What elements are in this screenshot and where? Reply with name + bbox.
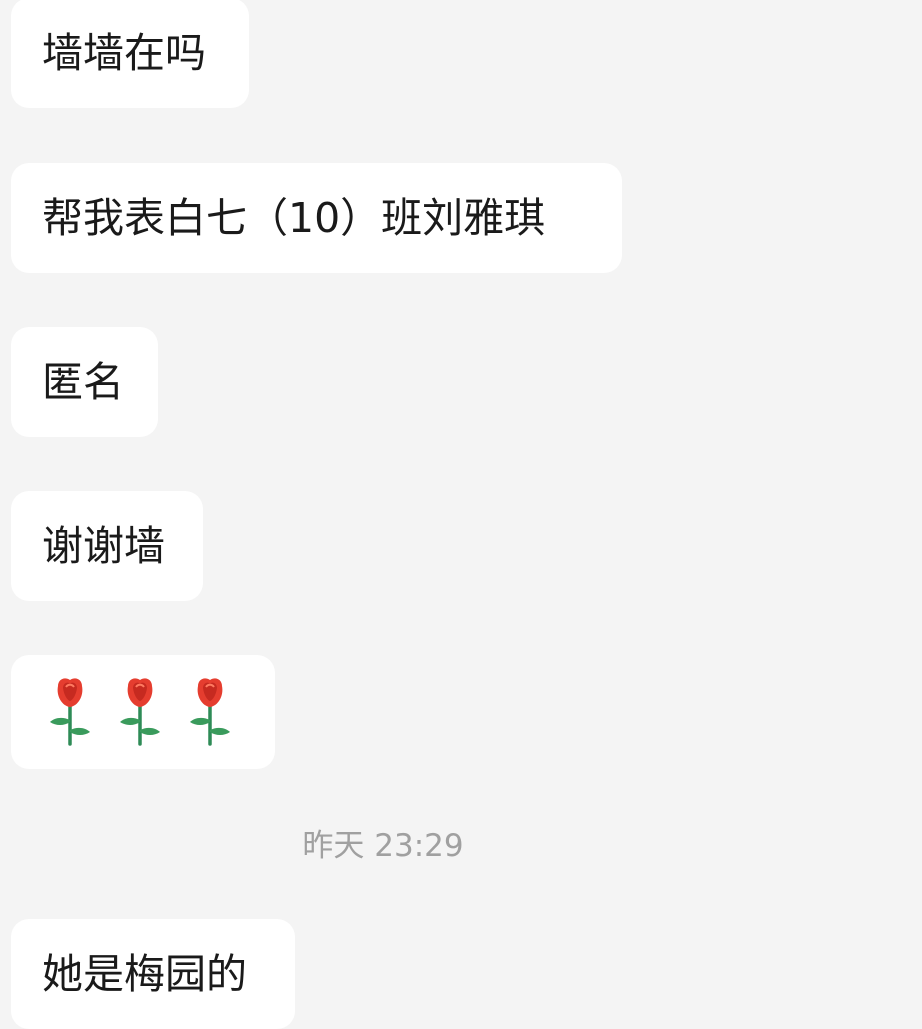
- emoji-message-bubble[interactable]: [11, 655, 275, 769]
- message-bubble[interactable]: 帮我表白七（10）班刘雅琪: [11, 163, 622, 273]
- message-bubble[interactable]: 匿名: [11, 327, 158, 437]
- message-text: 匿名: [42, 357, 124, 406]
- message-text: 谢谢墙: [42, 521, 165, 570]
- timestamp: 昨天 23:29: [302, 828, 464, 864]
- message-bubble[interactable]: 谢谢墙: [11, 491, 203, 601]
- rose-icon: [116, 676, 164, 748]
- message-text: 墙墙在吗: [42, 28, 206, 77]
- rose-icon: [46, 676, 94, 748]
- message-text: 她是梅园的: [42, 949, 247, 998]
- message-text: 帮我表白七（10）班刘雅琪: [42, 193, 546, 242]
- emoji-row: [46, 676, 234, 748]
- rose-icon: [186, 676, 234, 748]
- message-bubble[interactable]: 她是梅园的: [11, 919, 295, 1029]
- message-bubble[interactable]: 墙墙在吗: [11, 0, 249, 108]
